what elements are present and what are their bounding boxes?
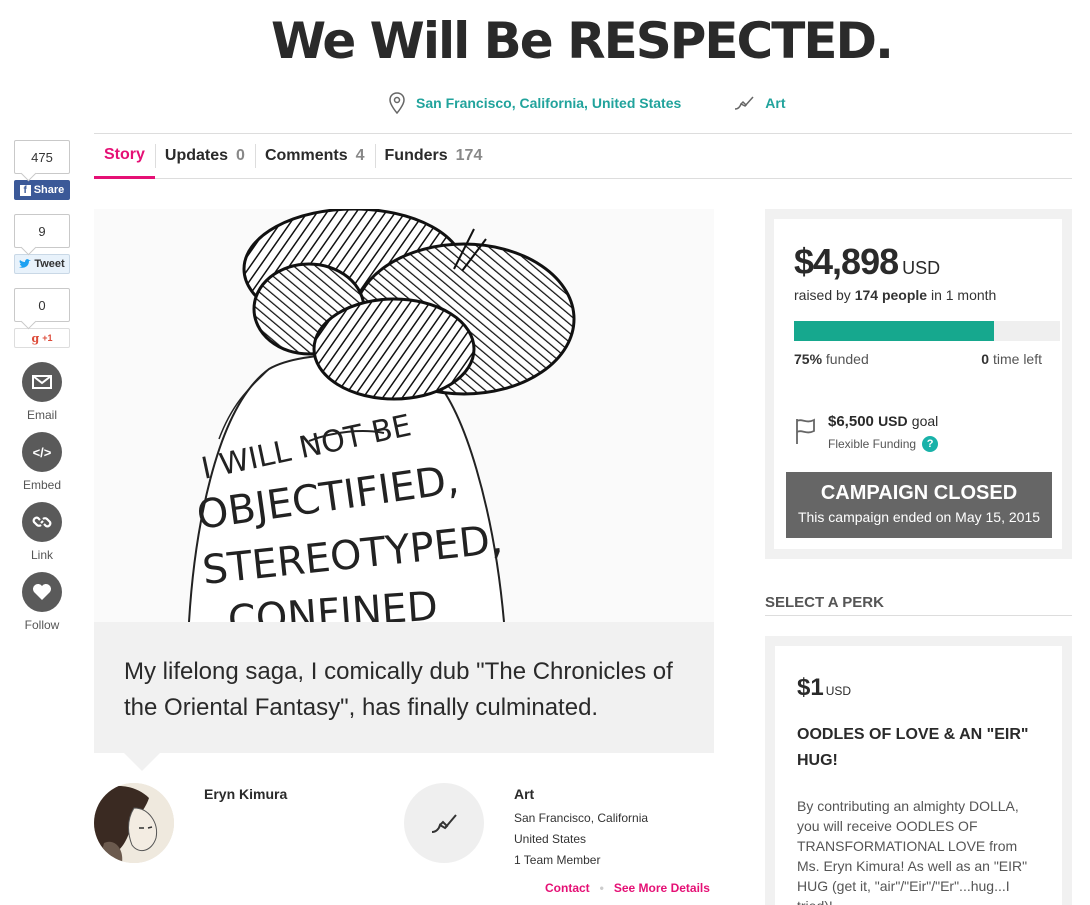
campaign-hero-image: I WILL NOT BE OBJECTIFIED, STEREOTYPED, … bbox=[94, 209, 714, 622]
tweet-label: Tweet bbox=[34, 258, 65, 270]
comments-count: 4 bbox=[355, 147, 365, 164]
backer-count: 174 people bbox=[854, 287, 928, 303]
facebook-share-label: Share bbox=[33, 184, 65, 196]
tab-updates[interactable]: Updates 0 bbox=[154, 134, 255, 178]
link-icon bbox=[22, 502, 62, 542]
tweet-button[interactable]: Tweet bbox=[14, 254, 70, 274]
updates-count: 0 bbox=[236, 147, 245, 164]
owner-avatar[interactable] bbox=[94, 783, 174, 863]
category-title: Art bbox=[514, 786, 535, 802]
owner-name[interactable]: Eryn Kimura bbox=[204, 786, 287, 802]
contact-link[interactable]: Contact bbox=[545, 881, 590, 895]
funding-progress-fill bbox=[794, 321, 994, 341]
gplus-share-count: 0 bbox=[14, 288, 70, 322]
code-icon: </> bbox=[22, 432, 62, 472]
follow-button[interactable]: Follow bbox=[17, 572, 67, 632]
brush-icon bbox=[431, 814, 457, 833]
embed-label: Embed bbox=[22, 478, 62, 492]
category-details: San Francisco, California United States … bbox=[514, 808, 648, 871]
category-badge bbox=[404, 783, 484, 863]
gplus-button[interactable]: g +1 bbox=[14, 328, 70, 348]
funding-progress-bar bbox=[794, 321, 1060, 341]
gplus-icon: g bbox=[31, 331, 40, 345]
raised-summary: raised by 174 people in 1 month bbox=[794, 287, 997, 303]
goal-amount: $6,500 USD goal bbox=[828, 413, 939, 430]
facebook-share-count: 475 bbox=[14, 140, 70, 174]
facebook-icon: f bbox=[19, 184, 31, 196]
help-icon[interactable]: ? bbox=[922, 436, 939, 452]
heart-icon bbox=[22, 572, 62, 612]
closed-title: CAMPAIGN CLOSED bbox=[820, 482, 1018, 504]
team-members: 1 Team Member bbox=[514, 853, 601, 867]
category-country: United States bbox=[514, 832, 587, 846]
select-perk-heading: SELECT A PERK bbox=[765, 594, 1072, 616]
perk-price: $1 USD bbox=[797, 674, 852, 701]
category-city: San Francisco, California bbox=[514, 811, 649, 825]
campaign-tabs: Story Updates 0 Comments 4 Funders 174 bbox=[94, 133, 1072, 179]
link-label: Link bbox=[30, 548, 53, 562]
amount-raised: $4,898 USD bbox=[794, 241, 941, 282]
link-button[interactable]: Link bbox=[17, 502, 67, 562]
percent-funded: 75% funded bbox=[794, 351, 869, 367]
funding-stats: 75% funded 0 time left bbox=[794, 351, 1042, 367]
owner-links: Contact • See More Details bbox=[545, 881, 710, 895]
amount-currency: USD bbox=[902, 258, 941, 278]
email-icon bbox=[22, 362, 62, 402]
link-separator: • bbox=[599, 881, 604, 895]
funders-count: 174 bbox=[455, 147, 483, 164]
campaign-closed-banner: CAMPAIGN CLOSED This campaign ended on M… bbox=[786, 472, 1052, 538]
see-more-details-link[interactable]: See More Details bbox=[614, 881, 710, 895]
category-link[interactable]: Art bbox=[765, 95, 785, 111]
twitter-bird-icon bbox=[19, 259, 32, 268]
perk-currency: USD bbox=[825, 684, 852, 698]
social-share-rail: 475 f Share 9 Tweet 0 g +1 Email </> Emb… bbox=[14, 140, 70, 642]
facebook-share-button[interactable]: f Share bbox=[14, 180, 70, 200]
location-link[interactable]: San Francisco, California, United States bbox=[416, 95, 681, 111]
embed-button[interactable]: </> Embed bbox=[17, 432, 67, 492]
email-share-button[interactable]: Email bbox=[17, 362, 67, 422]
funding-panel: $4,898 USD raised by 174 people in 1 mont… bbox=[765, 209, 1072, 559]
gplus-label: +1 bbox=[42, 333, 53, 343]
tab-comments[interactable]: Comments 4 bbox=[254, 134, 375, 178]
perk-description: By contributing an almighty DOLLA, you w… bbox=[797, 798, 1028, 905]
perk-title: OODLES OF LOVE & AN "EIR" HUG! bbox=[797, 726, 1029, 769]
location-pin-icon bbox=[389, 92, 405, 114]
perk-card[interactable]: $1 USD OODLES OF LOVE & AN "EIR" HUG! By … bbox=[765, 636, 1072, 905]
story-quote: My lifelong saga, I comically dub "The C… bbox=[94, 622, 714, 771]
tab-funders[interactable]: Funders 174 bbox=[374, 134, 493, 178]
email-label: Email bbox=[26, 408, 57, 422]
twitter-share-count: 9 bbox=[14, 214, 70, 248]
tab-story[interactable]: Story bbox=[94, 134, 155, 179]
follow-label: Follow bbox=[24, 618, 60, 632]
brush-icon bbox=[735, 96, 754, 110]
time-left: 0 time left bbox=[981, 351, 1042, 367]
flexible-funding: Flexible Funding ? bbox=[828, 436, 939, 452]
closed-subtitle: This campaign ended on May 15, 2015 bbox=[797, 509, 1041, 525]
funding-goal: $6,500 USD goal Flexible Funding ? bbox=[794, 413, 1042, 452]
flag-icon bbox=[796, 418, 815, 444]
campaign-title: We Will Be RESPECTED. bbox=[270, 12, 894, 70]
campaign-meta: San Francisco, California, United States… bbox=[388, 92, 786, 114]
